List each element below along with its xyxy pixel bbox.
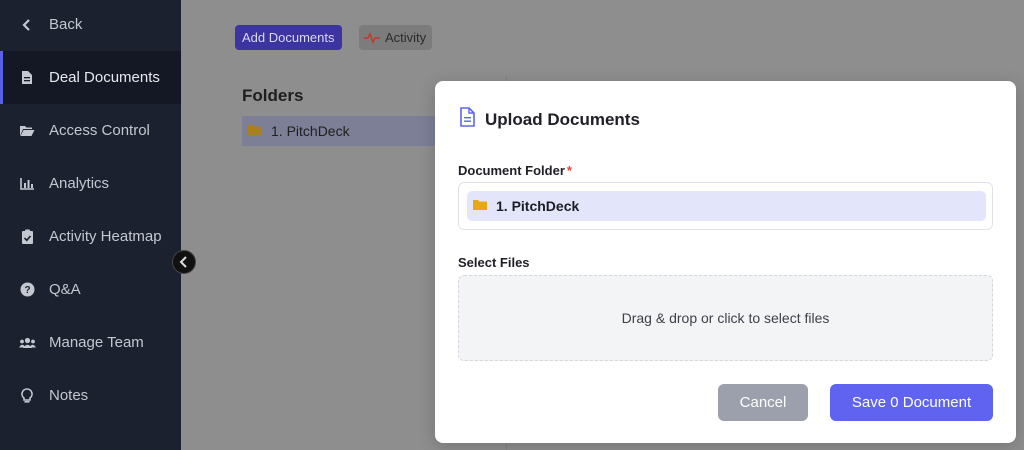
folder-open-icon bbox=[18, 122, 36, 140]
document-icon bbox=[459, 107, 475, 132]
sidebar-item-activity-heatmap[interactable]: Activity Heatmap bbox=[0, 210, 181, 263]
users-icon bbox=[18, 334, 36, 352]
clipboard-check-icon bbox=[18, 228, 36, 246]
sidebar-item-deal-documents[interactable]: Deal Documents bbox=[0, 51, 181, 104]
question-circle-icon: ? bbox=[18, 281, 36, 299]
add-documents-button[interactable]: Add Documents bbox=[235, 25, 342, 50]
file-icon bbox=[18, 69, 36, 87]
sidebar-item-label: Deal Documents bbox=[49, 69, 160, 86]
sidebar-item-access-control[interactable]: Access Control bbox=[0, 104, 181, 157]
folder-label: 1. PitchDeck bbox=[271, 123, 350, 139]
document-folder-select[interactable]: 1. PitchDeck bbox=[458, 182, 993, 230]
select-files-label: Select Files bbox=[458, 255, 530, 270]
sidebar-item-label: Manage Team bbox=[49, 334, 144, 351]
upload-documents-modal: Upload Documents Document Folder * 1. Pit… bbox=[435, 81, 1016, 443]
sidebar-item-notes[interactable]: Notes bbox=[0, 369, 181, 422]
lightbulb-icon bbox=[18, 387, 36, 405]
sidebar-item-label: Back bbox=[49, 16, 83, 33]
cancel-button[interactable]: Cancel bbox=[718, 384, 808, 421]
modal-header: Upload Documents bbox=[459, 107, 640, 132]
modal-title: Upload Documents bbox=[485, 109, 640, 129]
sidebar-item-qa[interactable]: ? Q&A bbox=[0, 263, 181, 316]
activity-button[interactable]: Activity bbox=[359, 25, 433, 50]
activity-pulse-icon bbox=[364, 31, 380, 44]
sidebar-item-label: Notes bbox=[49, 387, 89, 404]
sidebar-item-manage-team[interactable]: Manage Team bbox=[0, 316, 181, 369]
svg-text:?: ? bbox=[24, 285, 30, 296]
selected-folder-label: 1. PitchDeck bbox=[496, 198, 580, 214]
sidebar-item-analytics[interactable]: Analytics bbox=[0, 157, 181, 210]
folder-item[interactable]: 1. PitchDeck bbox=[242, 116, 442, 146]
activity-label: Activity bbox=[385, 30, 427, 45]
dropzone-text: Drag & drop or click to select files bbox=[621, 310, 830, 326]
document-folder-label: Document Folder * bbox=[458, 163, 572, 178]
chevron-left-icon bbox=[18, 16, 36, 34]
selected-folder-chip[interactable]: 1. PitchDeck bbox=[467, 191, 986, 221]
required-mark: * bbox=[566, 163, 572, 178]
sidebar-item-label: Activity Heatmap bbox=[49, 228, 162, 245]
sidebar-item-label: Q&A bbox=[49, 281, 81, 298]
folders-title: Folders bbox=[242, 86, 304, 105]
sidebar-item-label: Analytics bbox=[49, 175, 110, 192]
bar-chart-icon bbox=[18, 175, 36, 193]
chevron-left-icon bbox=[179, 256, 187, 268]
sidebar-collapse-button[interactable] bbox=[172, 250, 196, 274]
sidebar-item-label: Access Control bbox=[49, 122, 150, 139]
save-button[interactable]: Save 0 Document bbox=[830, 384, 993, 421]
sidebar-item-back[interactable]: Back bbox=[0, 0, 181, 51]
folder-icon bbox=[472, 198, 488, 214]
file-dropzone[interactable]: Drag & drop or click to select files bbox=[458, 275, 993, 361]
document-folder-label-text: Document Folder bbox=[458, 163, 565, 178]
sidebar: Back Deal Documents Access Control Analy… bbox=[0, 0, 181, 450]
folder-icon bbox=[247, 123, 263, 139]
